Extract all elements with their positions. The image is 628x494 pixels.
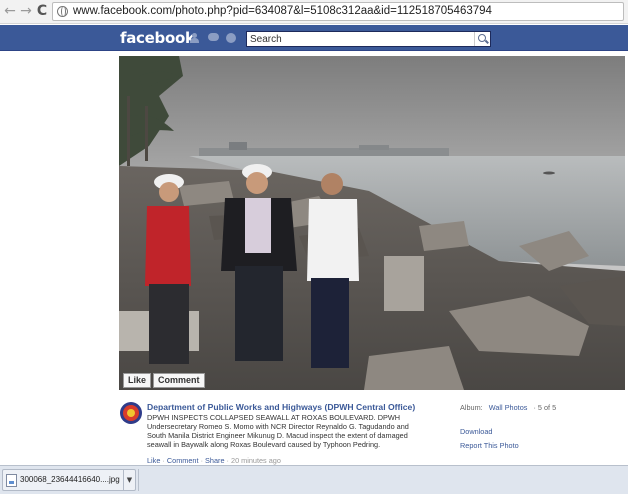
url-text[interactable]: www.facebook.com/photo.php?pid=634087&l=… xyxy=(73,5,492,17)
album-info: Album: Wall Photos · 5 of 5 xyxy=(460,403,556,412)
back-arrow-icon[interactable]: ← xyxy=(2,3,18,19)
comment-link[interactable]: Comment xyxy=(167,456,199,465)
caption-line: South Manila District Engineer Mikunug D… xyxy=(147,431,408,440)
search-box xyxy=(246,31,491,47)
search-input[interactable] xyxy=(247,32,475,46)
page-avatar[interactable] xyxy=(120,402,142,424)
photo-comment-button[interactable]: Comment xyxy=(153,373,205,388)
like-link[interactable]: Like xyxy=(147,456,160,465)
reload-icon[interactable]: C xyxy=(34,3,50,19)
separator: · xyxy=(226,456,229,465)
download-item[interactable]: 300068_23644416640....jpg ▼ xyxy=(2,469,136,491)
photo-actions: Like Comment xyxy=(123,373,205,388)
photo-like-button[interactable]: Like xyxy=(123,373,152,388)
globe-icon xyxy=(57,6,68,17)
report-photo-link[interactable]: Report This Photo xyxy=(460,441,519,450)
album-link[interactable]: Wall Photos xyxy=(489,403,528,412)
browser-toolbar: ← → C www.facebook.com/photo.php?pid=634… xyxy=(0,0,628,24)
address-bar[interactable]: www.facebook.com/photo.php?pid=634087&l=… xyxy=(52,2,624,21)
download-shelf: 300068_23644416640....jpg ▼ xyxy=(0,465,628,494)
forward-arrow-icon[interactable]: → xyxy=(18,3,34,19)
caption-line: seawall in Baywalk along Roxas Boulevard… xyxy=(147,440,381,449)
album-label: Album: xyxy=(460,403,483,412)
search-icon[interactable] xyxy=(474,32,490,46)
album-count: · 5 of 5 xyxy=(533,403,557,412)
chevron-down-icon[interactable]: ▼ xyxy=(123,470,135,490)
page-name-link[interactable]: Department of Public Works and Highways … xyxy=(147,402,415,412)
separator: · xyxy=(162,456,165,465)
separator: · xyxy=(200,456,203,465)
facebook-logo[interactable]: facebook xyxy=(120,29,195,47)
photo[interactable] xyxy=(119,56,625,390)
caption-title: DPWH INSPECTS COLLAPSED SEAWALL AT ROXAS… xyxy=(147,413,401,422)
post-actions: Like · Comment · Share · 20 minutes ago xyxy=(147,456,281,465)
download-link[interactable]: Download xyxy=(460,427,492,436)
download-file-name[interactable]: 300068_23644416640....jpg xyxy=(20,475,120,484)
share-link[interactable]: Share xyxy=(205,456,224,465)
image-file-icon xyxy=(6,474,17,487)
notifications-icon[interactable] xyxy=(226,33,237,43)
photo-scene xyxy=(119,56,625,390)
divider xyxy=(138,469,139,491)
messages-icon[interactable] xyxy=(208,33,219,43)
timestamp: 20 minutes ago xyxy=(231,456,281,465)
facebook-header: facebook xyxy=(0,25,628,51)
caption-line: Undersecretary Romeo S. Momo with NCR Di… xyxy=(147,422,409,431)
friend-requests-icon[interactable] xyxy=(190,33,201,43)
